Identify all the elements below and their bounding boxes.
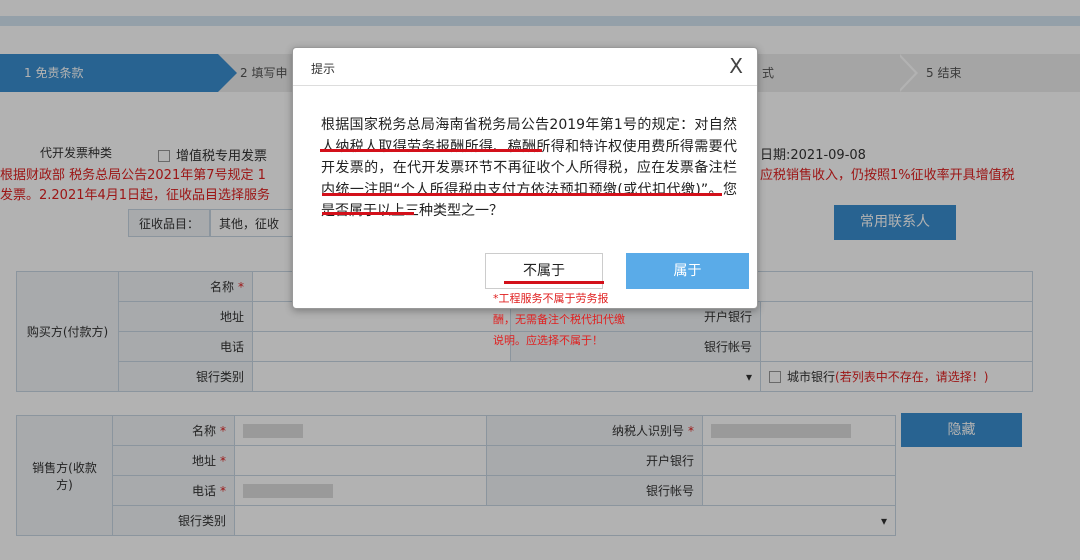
- dialog-header: 提示 X: [293, 48, 757, 86]
- annotation-underline-3: [322, 212, 414, 215]
- dialog-title: 提示: [311, 62, 336, 76]
- dialog-message: 根据国家税务总局海南省税务局公告2019年第1号的规定：对自然人纳税人取得劳务报…: [321, 117, 737, 219]
- annotation-underline-4: [504, 281, 604, 284]
- close-icon[interactable]: X: [729, 54, 743, 78]
- applicable-button[interactable]: 属于: [626, 253, 749, 289]
- annotation-note: *工程服务不属于劳务报酬，无需备注个税代扣代缴说明。应选择不属于！: [493, 292, 625, 347]
- annotation-underline-2: [322, 193, 722, 196]
- annotation-underline-1: [320, 149, 542, 152]
- prompt-dialog: 提示 X 根据国家税务总局海南省税务局公告2019年第1号的规定：对自然人纳税人…: [292, 47, 758, 309]
